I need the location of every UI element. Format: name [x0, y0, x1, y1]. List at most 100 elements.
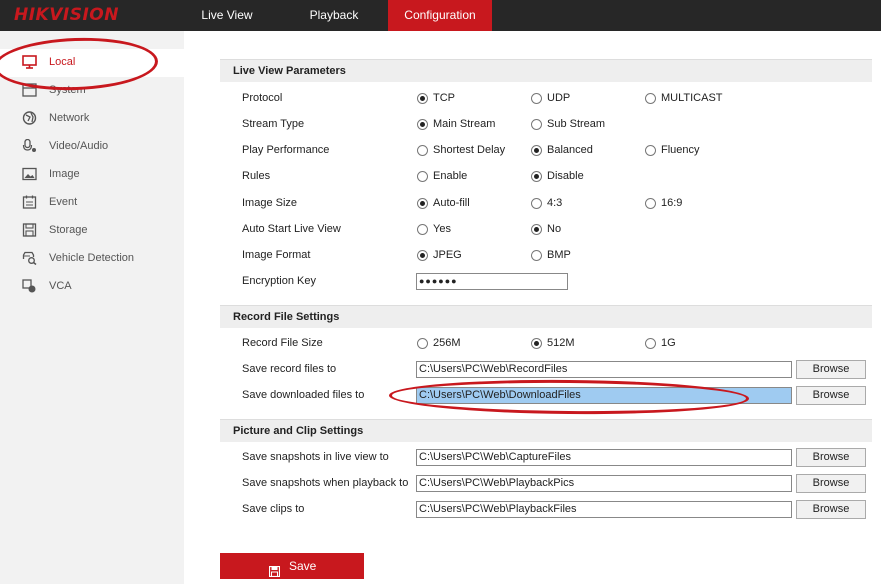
radio-label: Balanced — [547, 144, 593, 156]
section-record-file-settings: Record File Settings — [220, 305, 872, 328]
browse-snap-playback-button[interactable]: Browse — [796, 474, 866, 493]
sidebar-item-label: Event — [49, 196, 78, 208]
sidebar-item-label: Vehicle Detection — [49, 252, 134, 264]
image-icon — [22, 167, 37, 181]
sidebar-item-network[interactable]: Network — [0, 105, 184, 133]
stream-type-label: Stream Type — [242, 118, 305, 130]
radio-label: Shortest Delay — [433, 144, 506, 156]
sidebar: Local System Network Video/Audio Image E… — [0, 31, 184, 584]
hikvision-logo: HIKVISION — [14, 5, 119, 25]
snap-live-path-input[interactable]: C:\Users\PC\Web\CaptureFiles — [416, 449, 792, 466]
monitor-icon — [22, 55, 37, 69]
radio-indicator — [417, 145, 428, 156]
save-button-label: Save — [289, 559, 317, 573]
section-title: Record File Settings — [233, 311, 340, 323]
radio-indicator — [645, 338, 656, 349]
save-button[interactable]: Save — [220, 553, 364, 579]
storage-icon — [22, 223, 37, 237]
radio-label: Main Stream — [433, 118, 496, 130]
radio-indicator — [645, 198, 656, 209]
sidebar-item-system[interactable]: System — [0, 77, 184, 105]
radio-label: Yes — [433, 223, 451, 235]
save-record-label: Save record files to — [242, 363, 337, 375]
radio-indicator — [531, 338, 542, 349]
floppy-disk-icon — [268, 560, 281, 578]
radio-indicator — [531, 93, 542, 104]
protocol-label: Protocol — [242, 92, 283, 104]
radio-label: 16:9 — [661, 197, 683, 209]
top-bar: HIKVISION Live View Playback Configurati… — [0, 0, 881, 31]
rules-label: Rules — [242, 170, 271, 182]
vca-icon — [22, 279, 37, 293]
radio-label: UDP — [547, 92, 571, 104]
radio-indicator — [417, 171, 428, 182]
system-icon — [22, 83, 37, 97]
vehicle-detection-icon — [22, 251, 37, 266]
radio-indicator — [531, 171, 542, 182]
radio-indicator — [417, 198, 428, 209]
save-downloaded-path-input[interactable]: C:\Users\PC\Web\DownloadFiles — [416, 387, 792, 404]
encryption-key-input[interactable]: ●●●●●● — [416, 273, 568, 290]
browse-record-button[interactable]: Browse — [796, 360, 866, 379]
radio-indicator — [417, 250, 428, 261]
radio-label: Auto-fill — [433, 197, 470, 209]
radio-indicator — [531, 145, 542, 156]
sidebar-item-storage[interactable]: Storage — [0, 217, 184, 245]
image-format-label: Image Format — [242, 249, 311, 261]
radio-label: BMP — [547, 249, 571, 261]
image-size-label: Image Size — [242, 197, 298, 209]
radio-label: Enable — [433, 170, 468, 182]
section-title: Picture and Clip Settings — [233, 425, 364, 437]
radio-indicator — [645, 145, 656, 156]
sidebar-item-label: Storage — [49, 224, 88, 236]
snap-playback-label: Save snapshots when playback to — [242, 477, 409, 489]
sidebar-item-label: System — [49, 84, 86, 96]
clips-label: Save clips to — [242, 503, 305, 515]
sidebar-item-video-audio[interactable]: Video/Audio — [0, 133, 184, 161]
radio-indicator — [417, 224, 428, 235]
sidebar-item-local[interactable]: Local — [0, 49, 184, 77]
radio-label: 256M — [433, 337, 461, 349]
save-downloaded-label: Save downloaded files to — [242, 389, 365, 401]
radio-label: Sub Stream — [547, 118, 606, 130]
section-title: Live View Parameters — [233, 65, 346, 77]
browse-snap-live-button[interactable]: Browse — [796, 448, 866, 467]
sidebar-item-vca[interactable]: VCA — [0, 273, 184, 301]
record-file-size-label: Record File Size — [242, 337, 323, 349]
radio-indicator — [417, 119, 428, 130]
radio-indicator — [645, 93, 656, 104]
nav-configuration[interactable]: Configuration — [388, 0, 492, 31]
calendar-icon — [22, 195, 37, 209]
clips-path-input[interactable]: C:\Users\PC\Web\PlaybackFiles — [416, 501, 792, 518]
radio-label: JPEG — [433, 249, 462, 261]
sidebar-item-label: Local — [49, 56, 76, 68]
radio-indicator — [531, 119, 542, 130]
sidebar-item-label: Image — [49, 168, 80, 180]
play-performance-label: Play Performance — [242, 144, 330, 156]
sidebar-item-image[interactable]: Image — [0, 161, 184, 189]
sidebar-item-label: Network — [49, 112, 90, 124]
browse-clips-button[interactable]: Browse — [796, 500, 866, 519]
section-live-view-parameters: Live View Parameters — [220, 59, 872, 82]
radio-label: 1G — [661, 337, 676, 349]
globe-icon — [22, 111, 37, 125]
sidebar-item-label: VCA — [49, 280, 72, 292]
radio-label: 4:3 — [547, 197, 563, 209]
radio-label: Fluency — [661, 144, 700, 156]
save-record-path-input[interactable]: C:\Users\PC\Web\RecordFiles — [416, 361, 792, 378]
sidebar-item-vehicle-detection[interactable]: Vehicle Detection — [0, 245, 184, 273]
radio-label: TCP — [433, 92, 455, 104]
sidebar-item-label: Video/Audio — [49, 140, 109, 152]
nav-playback[interactable]: Playback — [296, 0, 372, 31]
sidebar-item-event[interactable]: Event — [0, 189, 184, 217]
radio-indicator — [417, 338, 428, 349]
radio-indicator — [417, 93, 428, 104]
encryption-key-label: Encryption Key — [242, 275, 316, 287]
radio-label: 512M — [547, 337, 575, 349]
video-audio-icon — [22, 138, 37, 153]
nav-live-view[interactable]: Live View — [189, 0, 265, 31]
snap-playback-path-input[interactable]: C:\Users\PC\Web\PlaybackPics — [416, 475, 792, 492]
auto-start-label: Auto Start Live View — [242, 223, 341, 235]
browse-downloaded-button[interactable]: Browse — [796, 386, 866, 405]
radio-indicator — [531, 250, 542, 261]
